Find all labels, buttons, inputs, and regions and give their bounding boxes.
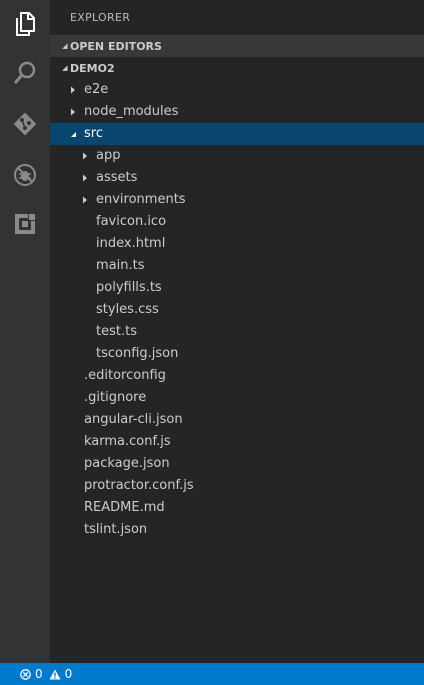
tree-file-row[interactable]: README.md [50, 497, 424, 519]
tree-file-row[interactable]: karma.conf.js [50, 431, 424, 453]
vscode-window: EXPLORER ◢ OPEN EDITORS ◢ DEMO2 e2e node_… [0, 0, 424, 685]
debug-icon [13, 163, 37, 187]
tree-item-label: app [96, 148, 121, 163]
git-icon [12, 111, 38, 137]
explorer-sidebar: EXPLORER ◢ OPEN EDITORS ◢ DEMO2 e2e node_… [50, 0, 424, 663]
explorer-title: EXPLORER [70, 11, 131, 24]
tree-item-label: test.ts [96, 324, 137, 339]
tree-item-label: .editorconfig [84, 368, 166, 383]
open-editors-header[interactable]: ◢ OPEN EDITORS [50, 35, 424, 57]
chevron-right-icon[interactable] [69, 79, 77, 101]
warning-count: 0 [64, 667, 73, 681]
status-bar: 0 0 [0, 663, 424, 685]
project-header[interactable]: ◢ DEMO2 [50, 57, 424, 79]
activity-search-button[interactable] [0, 51, 50, 95]
tree-file-row[interactable]: test.ts [50, 321, 424, 343]
tree-item-label: tslint.json [84, 522, 148, 537]
tree-item-label: .gitignore [84, 390, 147, 405]
project-label: DEMO2 [70, 61, 115, 75]
tree-file-row[interactable]: tslint.json [50, 519, 424, 541]
tree-item-label: protractor.conf.js [84, 478, 194, 493]
warnings-indicator[interactable]: 0 [49, 667, 73, 681]
tree-folder-row[interactable]: environments [50, 189, 424, 211]
tree-file-row[interactable]: polyfills.ts [50, 277, 424, 299]
tree-item-label: favicon.ico [96, 214, 167, 229]
activity-extensions-button[interactable] [0, 202, 50, 246]
tree-item-label: tsconfig.json [96, 346, 179, 361]
tree-file-row[interactable]: index.html [50, 233, 424, 255]
tree-item-label: e2e [84, 82, 109, 97]
tree-item-label: karma.conf.js [84, 434, 171, 449]
file-tree: e2e node_modulessrc app assets environments f… [50, 79, 424, 541]
tree-folder-row[interactable]: app [50, 145, 424, 167]
tree-folder-row[interactable]: node_modules [50, 101, 424, 123]
tree-item-label: README.md [84, 500, 165, 515]
chevron-down-icon: ◢ [62, 64, 70, 72]
tree-item-label: package.json [84, 456, 170, 471]
tree-item-label: node_modules [84, 104, 179, 119]
tree-file-row[interactable]: favicon.ico [50, 211, 424, 233]
chevron-right-icon[interactable] [69, 101, 77, 123]
tree-folder-row[interactable]: assets [50, 167, 424, 189]
activity-debug-button[interactable] [0, 153, 50, 197]
chevron-right-icon[interactable] [81, 167, 89, 189]
tree-file-row[interactable]: package.json [50, 453, 424, 475]
tree-file-row[interactable]: protractor.conf.js [50, 475, 424, 497]
chevron-right-icon[interactable] [81, 145, 89, 167]
tree-file-row[interactable]: angular-cli.json [50, 409, 424, 431]
tree-item-label: assets [96, 170, 138, 185]
tree-item-label: environments [96, 192, 186, 207]
chevron-down-icon: ◢ [62, 42, 70, 50]
tree-item-label: styles.css [96, 302, 159, 317]
tree-folder-row[interactable]: e2e [50, 79, 424, 101]
open-editors-label: OPEN EDITORS [70, 39, 162, 53]
search-icon [13, 61, 37, 85]
error-icon [20, 668, 35, 680]
tree-file-row[interactable]: .gitignore [50, 387, 424, 409]
tree-item-label: angular-cli.json [84, 412, 183, 427]
tree-folder-row[interactable]: src [50, 123, 424, 145]
chevron-down-icon[interactable] [69, 123, 77, 145]
tree-item-label: src [84, 126, 103, 141]
errors-indicator[interactable]: 0 [20, 667, 43, 681]
warning-icon [49, 669, 65, 680]
error-count: 0 [35, 667, 43, 681]
files-icon [14, 12, 36, 36]
tree-item-label: main.ts [96, 258, 145, 273]
tree-file-row[interactable]: styles.css [50, 299, 424, 321]
tree-item-label: index.html [96, 236, 166, 251]
tree-item-label: polyfills.ts [96, 280, 162, 295]
tree-file-row[interactable]: main.ts [50, 255, 424, 277]
extensions-icon [13, 212, 37, 236]
tree-file-row[interactable]: tsconfig.json [50, 343, 424, 365]
activity-git-button[interactable] [0, 102, 50, 146]
activity-files-button[interactable] [0, 2, 50, 46]
chevron-right-icon[interactable] [81, 189, 89, 211]
activity-bar [0, 0, 50, 663]
tree-file-row[interactable]: .editorconfig [50, 365, 424, 387]
